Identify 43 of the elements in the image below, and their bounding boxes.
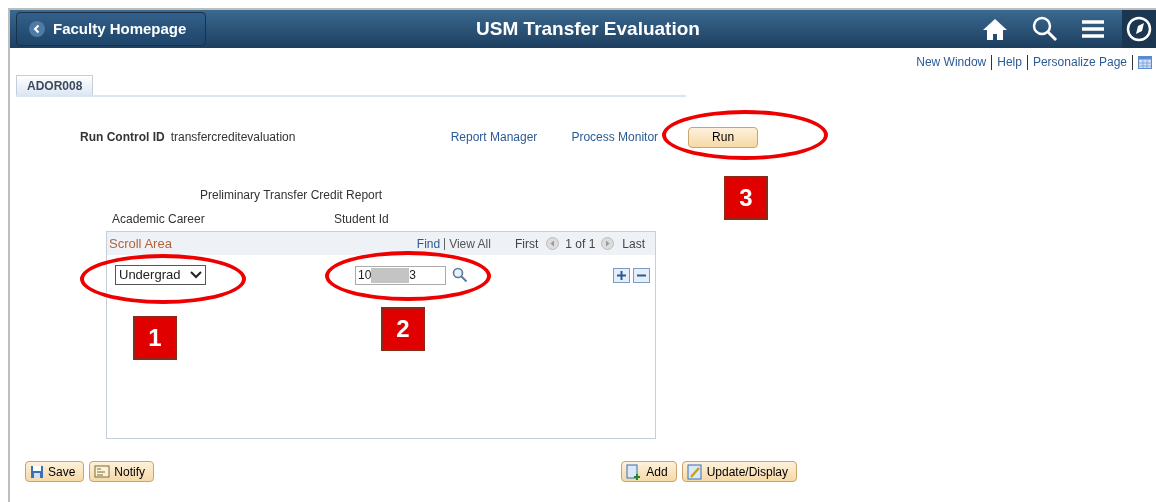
page-link[interactable]: New Window bbox=[916, 53, 987, 71]
search-icon[interactable] bbox=[452, 267, 468, 283]
annotation-number: 3 bbox=[724, 176, 768, 220]
pencil-document-icon bbox=[686, 463, 703, 480]
process-monitor-link[interactable]: Process Monitor bbox=[571, 128, 659, 146]
delete-row-button[interactable] bbox=[633, 267, 650, 283]
toolbar-button[interactable]: Update/Display bbox=[681, 461, 797, 482]
note-icon bbox=[94, 465, 111, 478]
row-count: 1 of 1 bbox=[565, 235, 596, 253]
run-button[interactable]: Run bbox=[688, 126, 759, 148]
chevron-down-icon bbox=[190, 271, 202, 279]
search-icon[interactable] bbox=[1032, 16, 1058, 42]
back-button[interactable]: Faculty Homepage bbox=[16, 12, 206, 46]
career-select[interactable]: Undergrad bbox=[115, 265, 206, 285]
page-title: USM Transfer Evaluation bbox=[475, 16, 701, 41]
view-all-link[interactable]: View All bbox=[449, 234, 491, 253]
column-header: Student Id bbox=[334, 211, 389, 228]
last-label: Last bbox=[622, 235, 645, 253]
back-chevron-icon bbox=[29, 21, 45, 37]
add-document-icon bbox=[626, 463, 643, 480]
find-link[interactable]: Find bbox=[416, 234, 441, 253]
add-row-button[interactable] bbox=[613, 267, 630, 283]
first-label: First bbox=[514, 235, 539, 253]
annotation-number: 1 bbox=[133, 316, 177, 360]
compass-icon[interactable] bbox=[1126, 16, 1152, 42]
toolbar-button[interactable]: Notify bbox=[89, 461, 155, 482]
toolbar-button[interactable]: Add bbox=[621, 461, 677, 482]
page-link[interactable]: Help bbox=[997, 53, 1022, 71]
home-icon[interactable] bbox=[982, 17, 1008, 41]
run-control-label: Run Control ID bbox=[80, 129, 165, 146]
run-control-value: transfercreditevaluation bbox=[170, 129, 297, 146]
page-link[interactable]: Personalize Page bbox=[1032, 53, 1127, 71]
table-icon[interactable] bbox=[1138, 55, 1152, 69]
column-header: Academic Career bbox=[112, 211, 206, 228]
student-id-field[interactable]: 10 3 bbox=[355, 265, 446, 285]
plus-icon bbox=[617, 270, 626, 280]
annotation-number: 2 bbox=[381, 307, 425, 351]
page-tab[interactable]: ADOR008 bbox=[16, 75, 94, 95]
report-manager-link[interactable]: Report Manager bbox=[450, 128, 538, 146]
scroll-area-title: Scroll Area bbox=[109, 234, 172, 253]
section-title: Preliminary Transfer Credit Report bbox=[200, 187, 383, 204]
toolbar-button[interactable]: Save bbox=[25, 461, 85, 482]
menu-icon[interactable] bbox=[1082, 19, 1104, 39]
